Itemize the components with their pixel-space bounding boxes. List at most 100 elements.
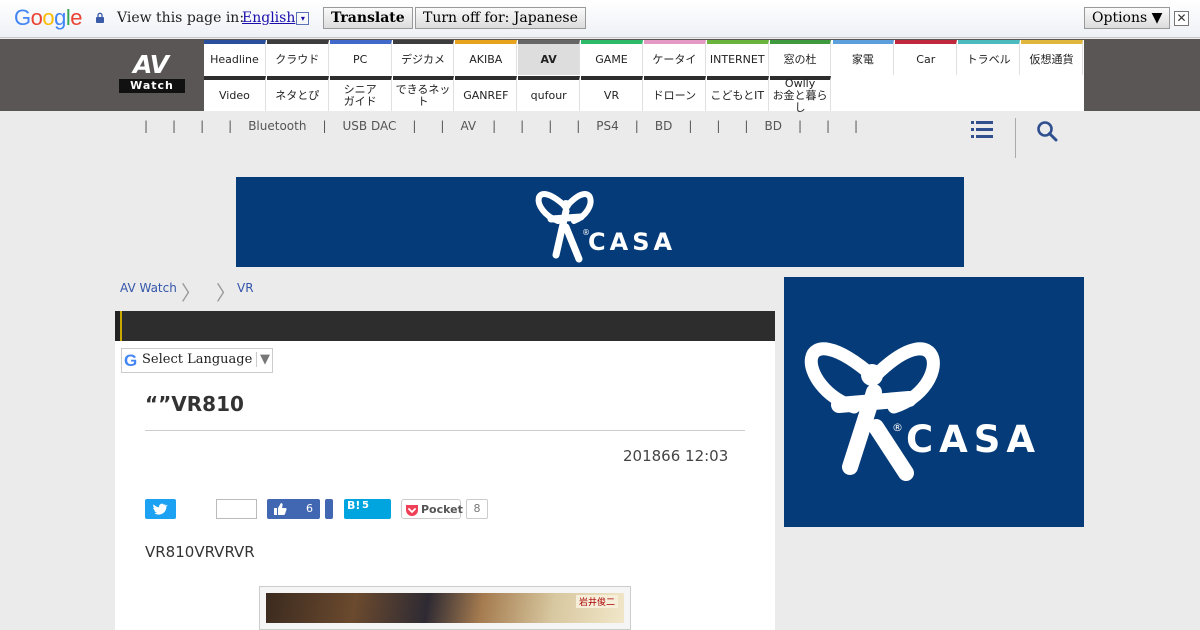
category-links: | | | | Bluetooth | USB DAC | | AV | | | | PS4 | BD | | | BD…	[132, 119, 870, 133]
facebook-share-tab[interactable]	[325, 499, 333, 519]
article-image-tag: 岩井俊二	[575, 595, 618, 608]
nav-item[interactable]: INTERNET	[706, 40, 769, 75]
nav-item[interactable]: Headline	[204, 40, 266, 75]
category-separator: |	[440, 119, 445, 133]
search-icon[interactable]	[1036, 120, 1058, 142]
nav-item[interactable]: こどもとIT	[706, 76, 769, 111]
google-logo: Google	[14, 5, 83, 31]
select-language-dropdown[interactable]: G Select Language ▼	[121, 348, 273, 373]
breadcrumb-home-link[interactable]: AV Watch	[120, 281, 177, 295]
hatena-bookmark-button[interactable]: B! 5	[344, 499, 391, 519]
side-ad-brand: CASA	[906, 418, 1041, 461]
banner-ad[interactable]: ® CASA	[236, 177, 964, 267]
nav-item[interactable]: ケータイ	[643, 40, 706, 75]
google-logo-letter: G	[14, 5, 31, 30]
pocket-count: 8	[466, 499, 488, 519]
nav-item[interactable]: qufour	[518, 76, 581, 111]
category-separator: |	[200, 119, 205, 133]
nav-item[interactable]: GANREF	[455, 76, 518, 111]
nav-item[interactable]: Car	[895, 40, 958, 75]
google-logo-letter: g	[54, 5, 66, 30]
facebook-count: 6	[306, 502, 313, 515]
category-separator: |	[412, 119, 417, 133]
language-select[interactable]: English ▾	[242, 10, 310, 26]
banner-brand: CASA	[588, 228, 676, 256]
nav-item[interactable]: トラベル	[958, 40, 1021, 75]
translate-button[interactable]: Translate	[323, 7, 413, 29]
site-nav: Headline クラウド PC デジカメ AKIBA AV GAME ケータイ INTERNE…	[204, 40, 1084, 113]
google-logo-letter: o	[42, 5, 55, 30]
twitter-icon	[153, 503, 168, 515]
google-g-icon: G	[124, 351, 138, 370]
category-separator: |	[634, 119, 639, 133]
category-separator: |	[797, 119, 802, 133]
category-link[interactable]: BD	[764, 119, 781, 133]
av-watch-logo[interactable]: AV Watch	[119, 50, 185, 94]
site-header: AV Watch Headline クラウド PC デジカメ AKIBA AV GAME ケー…	[0, 39, 1200, 113]
category-link[interactable]: USB DAC	[343, 119, 397, 133]
hatena-icon: B!	[347, 499, 361, 512]
article-date: 201866 12:03	[623, 447, 729, 465]
nav-item[interactable]: ドローン	[643, 76, 706, 111]
nav-item[interactable]: 仮想通貨	[1021, 40, 1083, 75]
close-icon[interactable]: ✕	[1174, 11, 1189, 26]
category-separator: |	[688, 119, 693, 133]
category-separator: |	[716, 119, 721, 133]
facebook-like-button[interactable]: 6	[267, 499, 320, 519]
article-title: “”VR810	[145, 392, 244, 416]
nav-item[interactable]: PC	[329, 40, 392, 75]
logo-av-text: AV	[133, 50, 169, 79]
category-separator: |	[744, 119, 749, 133]
category-link[interactable]: Bluetooth	[248, 119, 306, 133]
translate-label: View this page in:	[117, 10, 245, 26]
casa-logo: ® CASA	[535, 191, 676, 263]
category-separator: |	[322, 119, 327, 133]
category-separator: |	[576, 119, 581, 133]
article-image[interactable]: 岩井俊二	[259, 586, 631, 630]
pocket-button[interactable]: Pocket	[401, 499, 463, 519]
twitter-count-box	[216, 499, 257, 519]
lock-icon	[96, 12, 104, 23]
nav-item[interactable]: AKIBA	[455, 40, 518, 75]
nav-item[interactable]: Video	[204, 76, 266, 111]
nav-item[interactable]: できるネット	[392, 76, 455, 111]
header-divider	[1015, 118, 1016, 158]
options-button[interactable]: Options ▼	[1084, 7, 1171, 29]
nav-item[interactable]: ネタとぴ	[266, 76, 329, 111]
category-separator: |	[520, 119, 525, 133]
chevron-down-icon: ▾	[296, 12, 310, 25]
side-ad-registered: ®	[892, 421, 903, 434]
side-ad[interactable]: ® CASA	[784, 277, 1084, 527]
category-link[interactable]: PS4	[596, 119, 619, 133]
category-strip: | | | | Bluetooth | USB DAC | | AV | | | | PS4 | BD | | | BD…	[0, 111, 1200, 161]
nav-item[interactable]: VR	[581, 76, 643, 111]
category-link[interactable]: BD	[655, 119, 672, 133]
turn-off-button[interactable]: Turn off for: Japanese	[415, 7, 586, 29]
nav-item[interactable]: シニア ガイド	[329, 76, 392, 111]
nav-item[interactable]: 家電	[832, 40, 895, 75]
nav-item[interactable]: 窓の杜	[769, 40, 832, 75]
nav-item[interactable]: クラウド	[266, 40, 329, 75]
breadcrumb-separator-icon: 〉	[181, 281, 201, 305]
breadcrumb-vr-link[interactable]: VR	[237, 281, 254, 295]
category-separator: |	[492, 119, 497, 133]
google-logo-letter: o	[30, 5, 43, 30]
title-divider	[145, 430, 745, 431]
category-separator: |	[144, 119, 149, 133]
nav-item[interactable]: GAME	[581, 40, 643, 75]
pocket-label: Pocket	[421, 503, 463, 516]
nav-item[interactable]: デジカメ	[392, 40, 455, 75]
casa-logo-large: ® CASA	[804, 342, 1041, 481]
nav-item[interactable]: AV	[518, 40, 581, 75]
twitter-share-button[interactable]	[145, 499, 176, 519]
category-separator: |	[826, 119, 831, 133]
article-lead: VR810VRVRVR	[145, 543, 255, 561]
language-value: English	[242, 10, 296, 26]
category-link[interactable]: AV	[460, 119, 476, 133]
select-language-label: Select Language	[142, 352, 253, 367]
category-separator: |	[854, 119, 859, 133]
nav-item[interactable]: Owlly お金と暮らし	[769, 76, 832, 113]
translate-bar: Google View this page in: English ▾ Trans…	[0, 0, 1200, 38]
menu-icon[interactable]	[971, 120, 993, 138]
category-separator: |	[172, 119, 177, 133]
